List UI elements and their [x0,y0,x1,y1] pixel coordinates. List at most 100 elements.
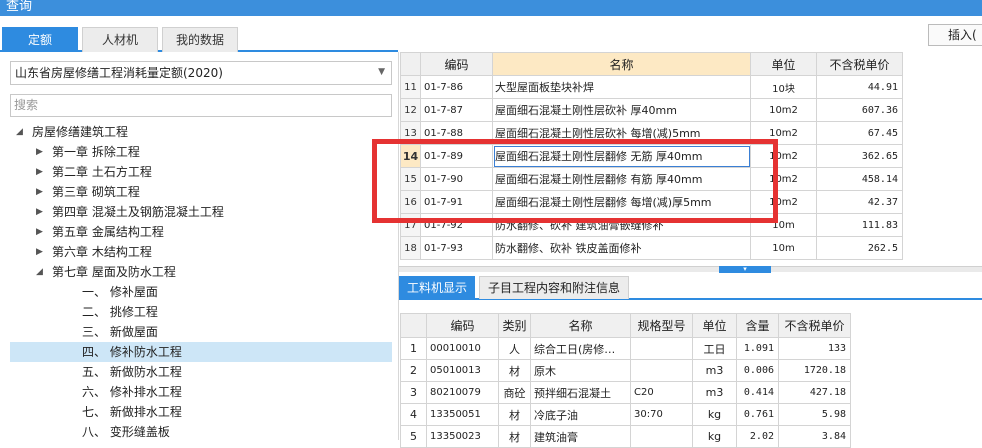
material-row[interactable]: 2 05010013 材原木 m3 0.006 1720.18 [400,359,851,382]
collapsed-arrow-icon[interactable]: ▶ [36,142,43,162]
material-code-cell[interactable]: 80210079 [426,381,499,404]
quota-row[interactable]: 14 01-7-89 屋面细石混凝土刚性层翻修 无筋 厚40mm 10m2 362.65 [400,144,903,168]
material-spec-cell[interactable] [630,337,693,360]
material-type-cell[interactable]: 人 [498,337,531,360]
material-rownum-cell[interactable]: 5 [400,425,427,448]
material-code-cell[interactable]: 05010013 [426,359,499,382]
tab-labor-material-display[interactable]: 工料机显示 [399,276,475,299]
material-type-cell[interactable]: 材 [498,425,531,448]
quota-name-cell[interactable]: 防水翻修、砍补 建筑油膏嵌缝修补 [492,213,751,237]
tree-node[interactable]: 二、 挑修工程 [10,302,392,322]
material-name-cell[interactable]: 建筑油膏 [530,425,631,448]
tree-node[interactable]: ▶ 第三章 砌筑工程 [10,182,392,202]
material-unit-cell[interactable]: kg [692,403,737,426]
material-price-cell[interactable]: 3.84 [778,425,851,448]
chevron-down-icon[interactable]: ▼ [378,61,385,83]
material-unit-cell[interactable]: m3 [692,359,737,382]
collapsed-arrow-icon[interactable]: ▶ [36,162,43,182]
quota-price-cell[interactable]: 458.14 [816,167,903,191]
quota-row[interactable]: 13 01-7-88 屋面细石混凝土刚性层砍补 每增(减)5mm 10m2 67.45 [400,121,903,145]
quota-unit-cell[interactable]: 10m2 [750,167,817,191]
material-price-cell[interactable]: 5.98 [778,403,851,426]
quota-unit-cell[interactable]: 10m2 [750,144,817,168]
mcol-header-spec[interactable]: 规格型号 [630,313,693,338]
material-unit-cell[interactable]: m3 [692,381,737,404]
material-price-cell[interactable]: 1720.18 [778,359,851,382]
quota-code-cell[interactable]: 01-7-92 [420,213,493,237]
quota-price-cell[interactable]: 262.5 [816,236,903,260]
quota-name-cell[interactable]: 屋面细石混凝土刚性层翻修 有筋 厚40mm [492,167,751,191]
row-number-cell[interactable]: 17 [400,213,421,237]
material-qty-cell[interactable]: 0.006 [736,359,779,382]
material-spec-cell[interactable]: C20 [630,381,693,404]
column-header-unit[interactable]: 单位 [750,52,817,76]
quota-name-cell[interactable]: 屋面细石混凝土刚性层砍补 每增(减)5mm [492,121,751,145]
quota-unit-cell[interactable]: 10m2 [750,190,817,214]
collapsed-arrow-icon[interactable]: ▶ [36,202,43,222]
mcol-header-price[interactable]: 不含税单价 [778,313,851,338]
row-number-cell[interactable]: 14 [400,144,421,168]
quota-unit-cell[interactable]: 10m2 [750,121,817,145]
collapsed-arrow-icon[interactable]: ▶ [36,182,43,202]
tree-node[interactable]: 八、 变形缝盖板 [10,422,392,442]
tree-node[interactable]: ▶ 第六章 木结构工程 [10,242,392,262]
mcol-header-unit[interactable]: 单位 [692,313,737,338]
tree-node[interactable]: ▶ 第四章 混凝土及钢筋混凝土工程 [10,202,392,222]
tree-node[interactable]: 五、 新做防水工程 [10,362,392,382]
tree-node[interactable]: ◢ 房屋修缮建筑工程 [10,122,392,142]
splitter-grip-icon[interactable]: ▾ [719,266,771,273]
material-type-cell[interactable]: 材 [498,359,531,382]
collapsed-arrow-icon[interactable]: ▶ [36,242,43,262]
tree-node[interactable]: 三、 新做屋面 [10,322,392,342]
tab-quota[interactable]: 定额 [2,27,78,52]
quota-code-cell[interactable]: 01-7-90 [420,167,493,191]
material-qty-cell[interactable]: 0.761 [736,403,779,426]
column-header-code[interactable]: 编码 [420,52,493,76]
quota-name-cell[interactable]: 防水翻修、砍补 铁皮盖面修补 [492,236,751,260]
material-rownum-cell[interactable]: 3 [400,381,427,404]
tree-node[interactable]: ▶ 第二章 土石方工程 [10,162,392,182]
tab-sub-item-notes[interactable]: 子目工程内容和附注信息 [479,276,629,299]
quota-row[interactable]: 16 01-7-91 屋面细石混凝土刚性层翻修 每增(减)厚5mm 10m2 42.37 [400,190,903,214]
material-row[interactable]: 5 13350023 材建筑油膏 kg 2.02 3.84 [400,425,851,448]
tree-node[interactable]: 一、 修补屋面 [10,282,392,302]
tree-node[interactable]: 四、 修补防水工程 [10,342,392,362]
quota-row[interactable]: 12 01-7-87 屋面细石混凝土刚性层砍补 厚40mm 10m2 607.36 [400,98,903,122]
material-qty-cell[interactable]: 1.091 [736,337,779,360]
material-spec-cell[interactable] [630,425,693,448]
quota-code-cell[interactable]: 01-7-93 [420,236,493,260]
material-code-cell[interactable]: 13350023 [426,425,499,448]
search-input[interactable]: 搜索 [10,94,392,117]
material-type-cell[interactable]: 材 [498,403,531,426]
quota-name-cell[interactable]: 屋面细石混凝土刚性层砍补 厚40mm [492,98,751,122]
material-price-cell[interactable]: 133 [778,337,851,360]
quota-code-cell[interactable]: 01-7-89 [420,144,493,168]
material-name-cell[interactable]: 冷底子油 [530,403,631,426]
quota-unit-cell[interactable]: 10m2 [750,98,817,122]
material-name-cell[interactable]: 综合工日(房修… [530,337,631,360]
quota-name-cell[interactable]: 屋面细石混凝土刚性层翻修 无筋 厚40mm [492,144,751,168]
quota-price-cell[interactable]: 44.91 [816,75,903,99]
material-rownum-cell[interactable]: 1 [400,337,427,360]
row-number-cell[interactable]: 13 [400,121,421,145]
insert-button[interactable]: 插入( [928,24,982,46]
tab-labor-material-machine[interactable]: 人材机 [82,27,158,52]
mcol-header-code[interactable]: 编码 [426,313,499,338]
material-code-cell[interactable]: 13350051 [426,403,499,426]
material-rownum-cell[interactable]: 2 [400,359,427,382]
quota-code-cell[interactable]: 01-7-87 [420,98,493,122]
row-number-cell[interactable]: 18 [400,236,421,260]
quota-row[interactable]: 17 01-7-92 防水翻修、砍补 建筑油膏嵌缝修补 10m 111.83 [400,213,903,237]
material-spec-cell[interactable]: 30:70 [630,403,693,426]
mcol-header-type[interactable]: 类别 [498,313,531,338]
material-unit-cell[interactable]: kg [692,425,737,448]
tree-node[interactable]: ▶ 第一章 拆除工程 [10,142,392,162]
mcol-header-name[interactable]: 名称 [530,313,631,338]
quota-price-cell[interactable]: 111.83 [816,213,903,237]
quota-name-cell[interactable]: 大型屋面板垫块补焊 [492,75,751,99]
material-rownum-cell[interactable]: 4 [400,403,427,426]
material-name-cell[interactable]: 预拌细石混凝土 [530,381,631,404]
quota-name-cell[interactable]: 屋面细石混凝土刚性层翻修 每增(减)厚5mm [492,190,751,214]
row-number-cell[interactable]: 11 [400,75,421,99]
tree-node[interactable]: ▶ 第五章 金属结构工程 [10,222,392,242]
